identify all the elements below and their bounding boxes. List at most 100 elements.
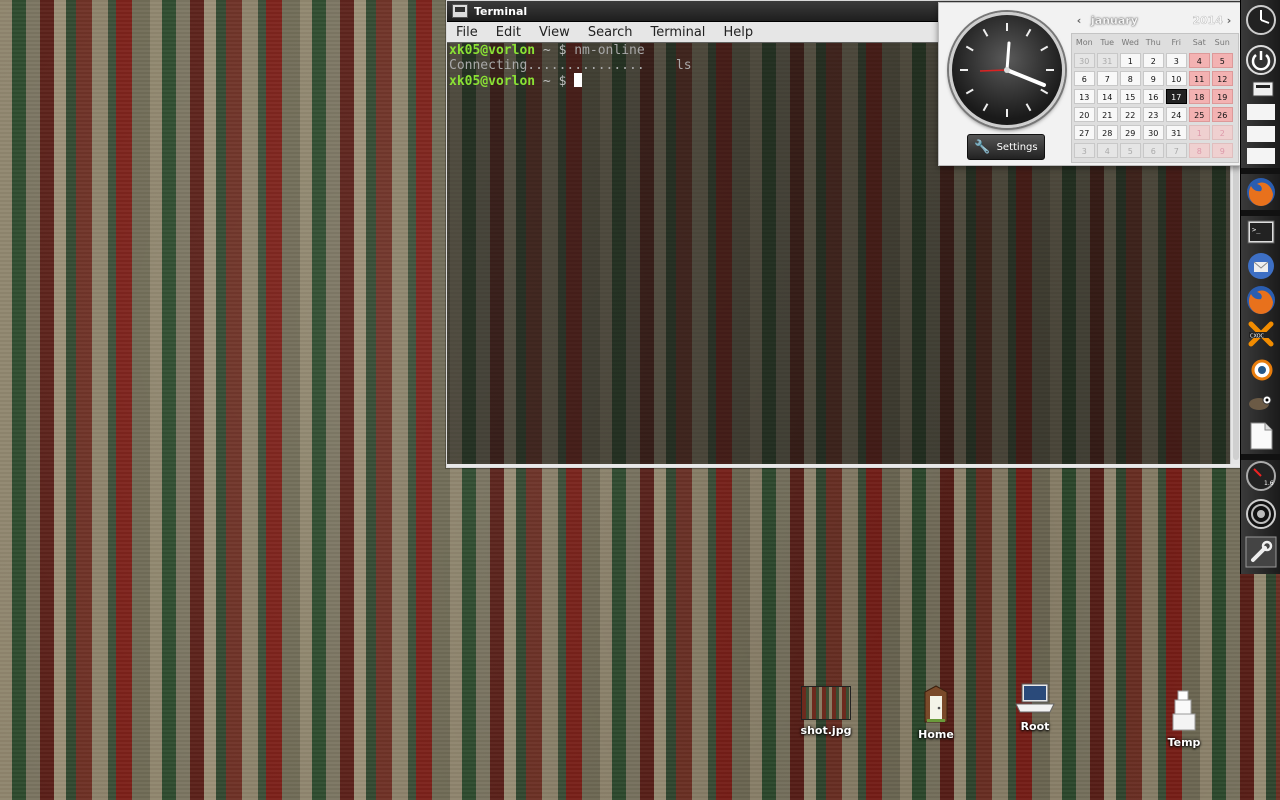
calendar-day[interactable]: 9 [1142, 70, 1164, 86]
settings-label: Settings [996, 141, 1038, 153]
gimp-icon[interactable] [1245, 386, 1277, 418]
calendar-day[interactable]: 24 [1165, 106, 1187, 122]
menu-view[interactable]: View [530, 25, 579, 40]
document-icon[interactable] [1245, 420, 1277, 452]
calendar-day[interactable]: 26 [1211, 106, 1233, 122]
menu-search[interactable]: Search [579, 25, 642, 40]
calendar-day[interactable]: 15 [1119, 88, 1141, 104]
weekday-label: Thu [1145, 37, 1161, 47]
svg-text:>_: >_ [1252, 226, 1261, 234]
text-cursor [574, 73, 583, 87]
calendar-header: ‹ january 2014 › [1073, 11, 1235, 29]
calendar-week-row: 13 14 15 16 17 18 19 [1072, 88, 1238, 107]
desktop-icon-temp[interactable]: Temp [1144, 690, 1224, 749]
calendar-day[interactable]: 6 [1142, 142, 1164, 158]
calendar-day[interactable]: 4 [1096, 142, 1118, 158]
calendar-day[interactable]: 30 [1073, 52, 1095, 68]
calendar-day[interactable]: 7 [1096, 70, 1118, 86]
blender-icon[interactable] [1245, 352, 1277, 384]
clock-settings-button[interactable]: 🔧 Settings [967, 134, 1045, 160]
calendar-day[interactable]: 25 [1188, 106, 1210, 122]
analog-clock [949, 12, 1065, 128]
calendar-day[interactable]: 8 [1188, 142, 1210, 158]
calendar-year: 2014 [1192, 13, 1223, 27]
calendar-day[interactable]: 27 [1073, 124, 1095, 140]
calendar-day[interactable]: 31 [1096, 52, 1118, 68]
calendar-day[interactable]: 22 [1119, 106, 1141, 122]
calendar-prev-month-button[interactable]: ‹ [1073, 14, 1085, 27]
boxes-icon [1172, 690, 1196, 731]
dock-separator [1241, 168, 1280, 174]
calendar-day[interactable]: 2 [1142, 52, 1164, 68]
calendar-day[interactable]: 20 [1073, 106, 1095, 122]
clock-icon[interactable] [1245, 4, 1277, 36]
clock-calendar-widget: 🔧 Settings ‹ january 2014 › Mon Tue Wed … [938, 2, 1242, 166]
crossover-icon[interactable]: CXOC [1245, 318, 1277, 350]
calendar-day[interactable]: 5 [1119, 142, 1141, 158]
weekday-label: Fri [1171, 37, 1182, 47]
power-icon[interactable] [1245, 44, 1277, 76]
calendar-day[interactable]: 12 [1211, 70, 1233, 86]
menu-file[interactable]: File [447, 25, 487, 40]
calendar-day[interactable]: 2 [1211, 124, 1233, 140]
calendar-day[interactable]: 28 [1096, 124, 1118, 140]
calendar-day[interactable]: 19 [1211, 88, 1233, 104]
calendar-week-row: 3 4 5 6 7 8 9 [1072, 142, 1238, 161]
desktop-icon-root[interactable]: Root [995, 682, 1075, 733]
calendar-day[interactable]: 14 [1096, 88, 1118, 104]
calendar-day[interactable]: 23 [1142, 106, 1164, 122]
calendar-day[interactable]: 3 [1073, 142, 1095, 158]
calendar-day[interactable]: 13 [1073, 88, 1095, 104]
firefox-icon[interactable] [1245, 176, 1277, 208]
desktop-icon-label: Home [918, 728, 954, 741]
calendar-day[interactable]: 4 [1188, 52, 1210, 68]
weekday-label: Tue [1100, 37, 1115, 47]
thunderbird-icon[interactable] [1245, 250, 1277, 282]
calendar-day[interactable]: 9 [1211, 142, 1233, 158]
calendar-day[interactable]: 30 [1142, 124, 1164, 140]
terminal-title: Terminal [474, 4, 528, 18]
menu-terminal[interactable]: Terminal [641, 25, 714, 40]
wrench-icon: 🔧 [974, 139, 991, 155]
calendar-day[interactable]: 6 [1073, 70, 1095, 86]
svg-text:CXOC: CXOC [1250, 334, 1265, 340]
menu-help[interactable]: Help [714, 25, 762, 40]
calendar-day[interactable]: 1 [1119, 52, 1141, 68]
prompt-path: ~ $ [535, 43, 575, 58]
desktop-icon-label: shot.jpg [800, 724, 852, 737]
gauge-icon[interactable]: 1.6 [1245, 460, 1277, 492]
calendar-week-row: 6 7 8 9 10 11 12 [1072, 70, 1238, 89]
blank-icon[interactable] [1247, 104, 1275, 120]
settings-wrench-icon[interactable] [1245, 536, 1277, 568]
command-text: nm-online [574, 43, 645, 58]
weekday-label: Wed [1121, 37, 1139, 47]
application-dock: >_ CXOC 1.6 [1240, 0, 1280, 574]
blank-icon[interactable] [1247, 126, 1275, 142]
calendar-next-month-button[interactable]: › [1223, 14, 1235, 27]
desktop-icon-label: Temp [1167, 736, 1201, 749]
calendar-day[interactable]: 7 [1165, 142, 1187, 158]
calendar-today[interactable]: 17 [1165, 88, 1187, 104]
desktop-icon-shot[interactable]: shot.jpg [786, 686, 866, 737]
calendar-day[interactable]: 10 [1165, 70, 1187, 86]
calendar-day[interactable]: 3 [1165, 52, 1187, 68]
calendar-day[interactable]: 18 [1188, 88, 1210, 104]
speaker-icon[interactable] [1245, 498, 1277, 530]
storage-icon[interactable] [1245, 80, 1277, 98]
weekday-label: Sat [1192, 37, 1206, 47]
calendar-day[interactable]: 31 [1165, 124, 1187, 140]
calendar-day[interactable]: 16 [1142, 88, 1164, 104]
calendar-day[interactable]: 1 [1188, 124, 1210, 140]
firefox-icon[interactable] [1245, 284, 1277, 316]
calendar-day[interactable]: 8 [1119, 70, 1141, 86]
desktop-icon-home[interactable]: Home [896, 684, 976, 741]
calendar-day[interactable]: 11 [1188, 70, 1210, 86]
calendar-day[interactable]: 21 [1096, 106, 1118, 122]
terminal-icon[interactable]: >_ [1245, 216, 1277, 248]
calendar-day[interactable]: 29 [1119, 124, 1141, 140]
blank-icon[interactable] [1247, 148, 1275, 164]
weekday-label: Mon [1075, 37, 1093, 47]
calendar-day[interactable]: 5 [1211, 52, 1233, 68]
terminal-app-icon[interactable] [452, 4, 468, 18]
menu-edit[interactable]: Edit [487, 25, 530, 40]
